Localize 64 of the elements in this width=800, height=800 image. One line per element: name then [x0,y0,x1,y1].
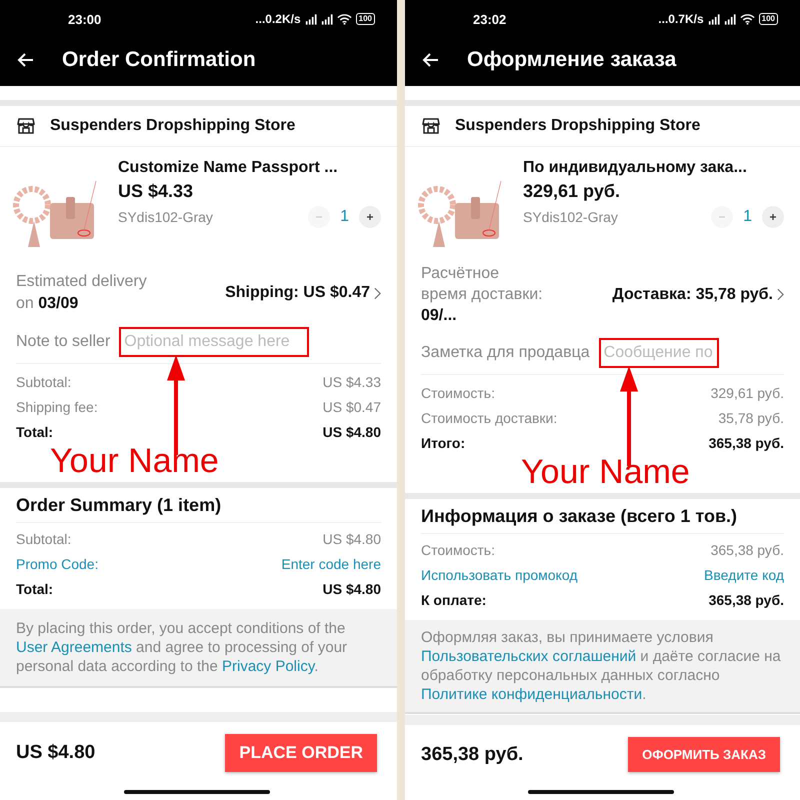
cost-label: Стоимость: [421,385,495,401]
cost-label: Shipping fee: [16,399,98,415]
product-price: 329,61 руб. [523,181,621,202]
note-input-field[interactable]: Optional message here [124,331,304,353]
summary-label: Стоимость: [421,542,495,558]
network-speed: ...0.7K/s [658,12,704,26]
policy-link[interactable]: User Agreements [16,639,132,656]
product-title[interactable]: По индивидуальному зака... [523,159,784,177]
annotation-text: Your Name [50,444,219,478]
terms-notice: By placing this order, you accept conditions of the User Agreements and agree to processing of your personal data according to the Privacy Policy. [16,619,348,676]
status-time: 23:02 [473,12,506,26]
estimated-delivery: Расчётное время доставки: 09/... [421,264,543,326]
product-variant: SYdis102-Gray [118,209,213,225]
note-input-field[interactable]: Сообщение по [604,342,714,364]
note-label: Заметка для продавца [421,344,590,362]
summary-value: 365,38 руб. [708,592,784,608]
summary-value: 365,38 руб. [710,542,784,558]
policy-link[interactable]: Политике конфиденциальности [421,686,642,703]
place-order-button[interactable]: PLACE ORDER [225,734,377,772]
estimated-delivery: Estimated delivery on 03/09 [16,272,148,314]
summary-label: К оплате: [421,592,486,608]
cost-value: US $4.33 [322,374,381,390]
store-name[interactable]: Suspenders Dropshipping Store [455,117,700,135]
cost-label: Subtotal: [16,374,72,390]
terms-notice: Оформляя заказ, вы принимаете условия Пользовательских соглашений и даёте согласие на обработку персональных данных согласно Политике конфиденциальности. [421,628,782,704]
product-price: US $4.33 [118,181,194,202]
policy-link[interactable]: Privacy Policy [222,658,314,675]
battery-indicator: 100 [356,13,375,25]
summary-value: US $4.80 [322,531,381,547]
summary-label: Promo Code: [16,556,98,572]
annotation-text: Your Name [521,455,690,489]
shipping-option[interactable]: Shipping: US $0.47 [225,284,370,302]
cost-label: Стоимость доставки: [421,410,558,426]
cost-value: 35,78 руб. [718,410,784,426]
store-name[interactable]: Suspenders Dropshipping Store [50,117,296,135]
quantity-value: 1 [340,208,349,226]
summary-label: Total: [16,581,54,597]
shipping-option[interactable]: Доставка: 35,78 руб. [612,286,773,304]
order-summary-title: Информация о заказе (всего 1 тов.) [421,505,784,534]
cost-value: 365,38 руб. [708,435,784,451]
place-order-button[interactable]: ОФОРМИТЬ ЗАКАЗ [628,737,780,772]
page-title: Оформление заказа [467,48,676,72]
status-time: 23:00 [68,12,102,26]
battery-indicator: 100 [758,13,778,25]
cost-label: Итого: [421,435,466,451]
summary-label: Subtotal: [16,531,72,547]
summary-label: Использовать промокод [421,567,578,583]
product-title[interactable]: Customize Name Passport ... [118,159,381,177]
note-label: Note to seller [16,333,110,351]
summary-value: US $4.80 [322,581,381,597]
quantity-value: 1 [743,208,752,226]
order-summary-title: Order Summary (1 item) [16,494,381,523]
promo-code-link[interactable]: Введите код [704,567,784,583]
promo-code-link[interactable]: Enter code here [281,556,381,572]
cost-value: 329,61 руб. [710,385,784,401]
cost-label: Total: [16,424,54,440]
order-total: 365,38 руб. [421,744,524,766]
policy-link[interactable]: Пользовательских соглашений [421,648,636,665]
page-title: Order Confirmation [62,48,256,72]
network-speed: ...0.2K/s [255,12,301,26]
cost-value: US $0.47 [322,399,381,415]
order-total: US $4.80 [16,742,96,764]
cost-value: US $4.80 [322,424,381,440]
product-variant: SYdis102-Gray [523,209,618,225]
